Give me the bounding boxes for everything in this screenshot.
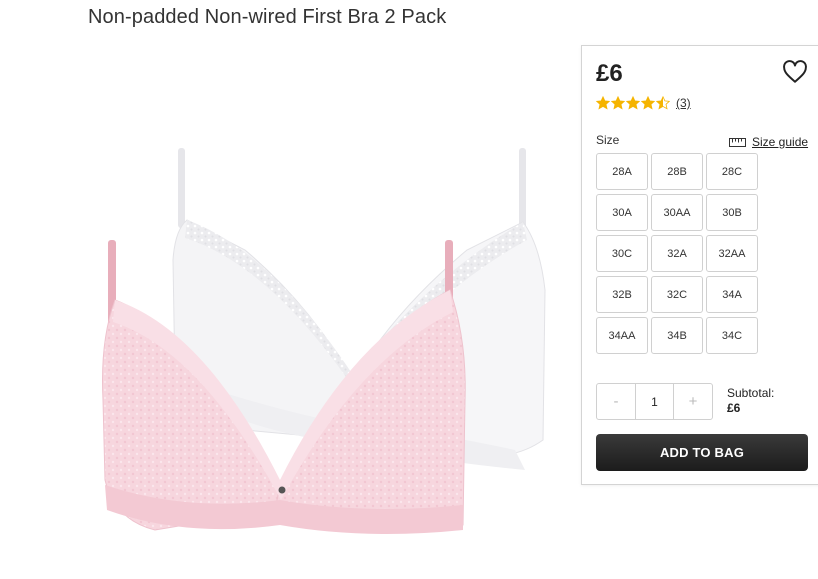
- size-options: 28A 28B 28C 30A 30AA 30B 30C 32A 32AA 32…: [596, 153, 758, 354]
- subtotal-value: £6: [727, 401, 741, 415]
- size-option-30b[interactable]: 30B: [706, 194, 758, 231]
- quantity-decrease-button[interactable]: -: [597, 384, 635, 419]
- size-guide-label: Size guide: [752, 135, 809, 149]
- rating-stars: [596, 96, 670, 110]
- size-option-28a[interactable]: 28A: [596, 153, 648, 190]
- review-count-link[interactable]: (3): [676, 96, 691, 110]
- quantity-increase-button[interactable]: +: [674, 384, 712, 419]
- star-icon: [656, 96, 670, 110]
- star-icon: [611, 96, 625, 110]
- size-option-32b[interactable]: 32B: [596, 276, 648, 313]
- size-option-34b[interactable]: 34B: [651, 317, 703, 354]
- size-option-32aa[interactable]: 32AA: [706, 235, 758, 272]
- product-image: [102, 148, 546, 534]
- add-to-bag-button[interactable]: ADD TO BAG: [596, 434, 808, 471]
- ruler-icon: [729, 137, 746, 147]
- subtotal-label: Subtotal:: [727, 386, 775, 400]
- size-guide-link[interactable]: Size guide: [729, 135, 808, 149]
- quantity-value[interactable]: 1: [635, 384, 674, 419]
- size-option-28b[interactable]: 28B: [651, 153, 703, 190]
- size-option-30c[interactable]: 30C: [596, 235, 648, 272]
- quantity-stepper: - 1 +: [596, 383, 713, 420]
- heart-outline-icon[interactable]: [782, 60, 808, 84]
- purchase-panel: £6 (3) Size Size guide 28A 28B 28C 30A 3…: [581, 45, 818, 485]
- size-label: Size: [596, 133, 620, 147]
- size-option-34aa[interactable]: 34AA: [596, 317, 648, 354]
- size-option-32c[interactable]: 32C: [651, 276, 703, 313]
- product-rating: (3): [596, 96, 691, 110]
- size-option-32a[interactable]: 32A: [651, 235, 703, 272]
- subtotal: Subtotal: £6: [727, 386, 774, 416]
- size-option-30aa[interactable]: 30AA: [651, 194, 703, 231]
- size-option-30a[interactable]: 30A: [596, 194, 648, 231]
- size-option-28c[interactable]: 28C: [706, 153, 758, 190]
- star-icon: [626, 96, 640, 110]
- star-icon: [641, 96, 655, 110]
- star-icon: [596, 96, 610, 110]
- product-title: Non-padded Non-wired First Bra 2 Pack: [88, 6, 447, 28]
- size-option-34a[interactable]: 34A: [706, 276, 758, 313]
- size-option-34c[interactable]: 34C: [706, 317, 758, 354]
- product-price: £6: [596, 60, 623, 87]
